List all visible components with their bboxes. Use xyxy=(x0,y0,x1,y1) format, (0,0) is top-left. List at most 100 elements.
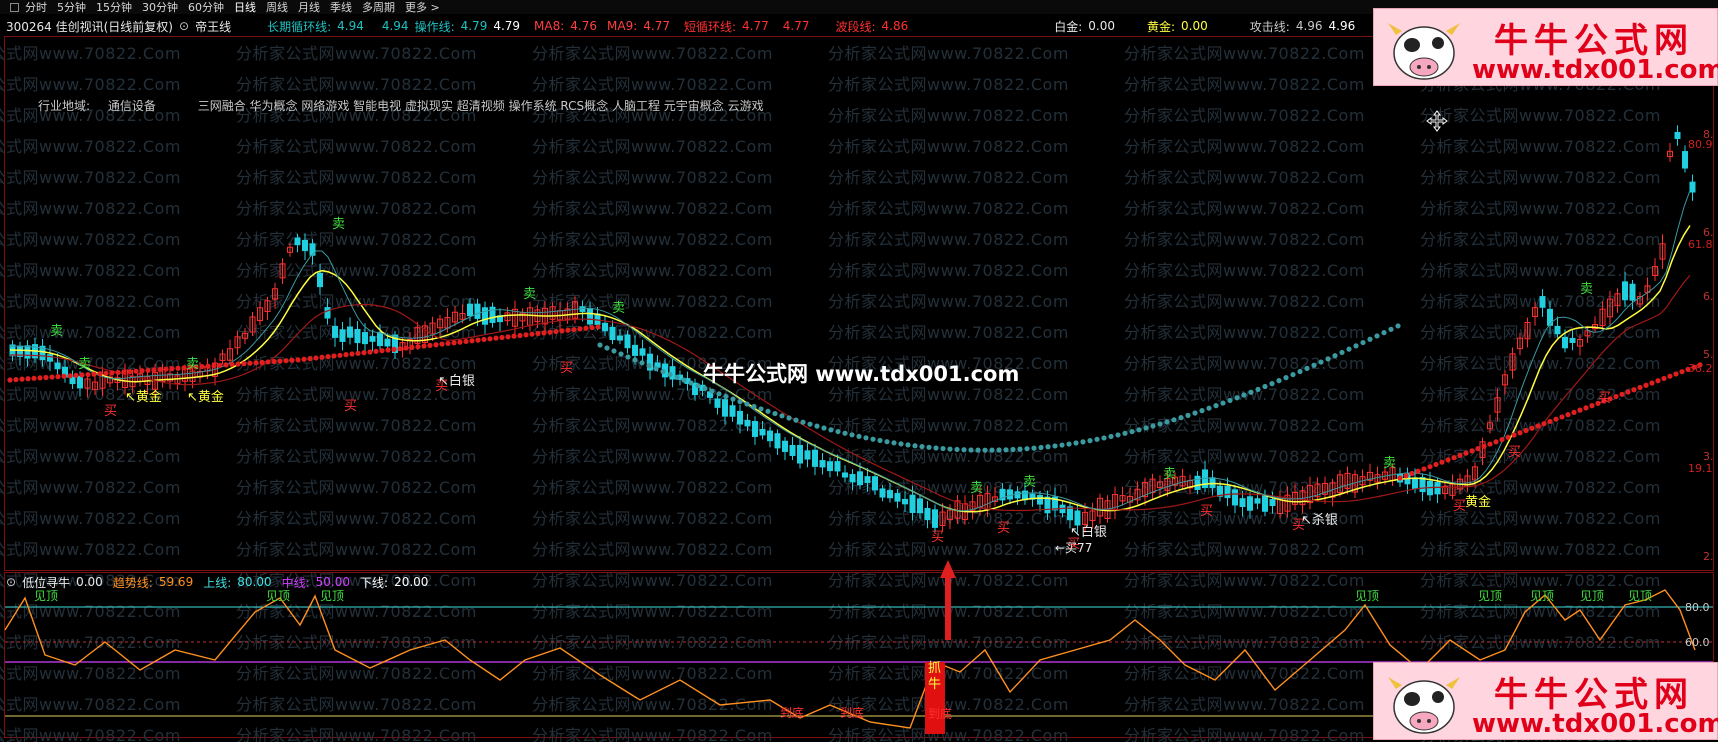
support-dot xyxy=(349,351,355,357)
candle-body xyxy=(789,444,796,456)
support-dot xyxy=(553,328,559,335)
support-dot xyxy=(1673,371,1679,377)
candle-body xyxy=(1067,506,1073,521)
candle-body xyxy=(737,410,743,425)
resistance-dot xyxy=(1115,432,1121,438)
candle-body xyxy=(1232,489,1238,506)
candle-body xyxy=(714,398,721,408)
support-dot xyxy=(415,344,421,350)
support-dot xyxy=(343,352,349,358)
signal-kill-silver: ↖杀银 xyxy=(1301,513,1338,528)
candle-body xyxy=(1224,485,1231,499)
sub-indicator-name[interactable]: 低位寻牛 xyxy=(22,574,70,591)
signal-sell: 卖 xyxy=(1023,475,1036,490)
sub-value-2: 50.00 xyxy=(315,575,351,589)
resistance-dot xyxy=(688,380,694,386)
support-dot xyxy=(79,372,85,378)
resistance-dot xyxy=(926,444,932,450)
signal-buy: 买 xyxy=(1598,391,1611,406)
candle-body xyxy=(1254,498,1261,504)
up-arrow-icon xyxy=(940,560,956,640)
resistance-dot xyxy=(1073,440,1079,446)
candle-body xyxy=(1269,499,1276,507)
resistance-dot xyxy=(1108,433,1114,440)
support-dot xyxy=(1397,475,1403,481)
candle-body xyxy=(1037,494,1043,505)
resistance-dot xyxy=(1381,330,1387,336)
resistance-dot xyxy=(723,393,729,400)
candle-body xyxy=(1629,283,1636,301)
resistance-dot xyxy=(842,430,848,436)
candle-body xyxy=(384,338,391,347)
support-dot xyxy=(1523,427,1529,434)
support-dot xyxy=(283,358,289,364)
support-dot xyxy=(337,352,343,358)
support-dot xyxy=(1625,389,1631,395)
candle-body xyxy=(797,444,803,464)
resistance-dot xyxy=(905,442,911,448)
cow-mascot-icon xyxy=(1388,677,1460,734)
support-dot xyxy=(1463,450,1469,456)
resistance-dot xyxy=(1220,400,1226,406)
support-dot xyxy=(37,375,43,381)
resistance-dot xyxy=(1157,421,1163,427)
support-dot xyxy=(307,356,313,362)
resistance-dot xyxy=(891,440,897,446)
candle-body xyxy=(744,419,751,427)
candle-body xyxy=(1239,498,1246,508)
support-dot xyxy=(1667,373,1673,379)
support-dot xyxy=(571,326,577,333)
support-dot xyxy=(115,369,121,376)
support-dot xyxy=(373,348,379,354)
signal-buy: 买 xyxy=(1200,504,1213,519)
resistance-dot xyxy=(1010,446,1016,453)
candle-body xyxy=(894,493,901,502)
sub-label-2: 中线: xyxy=(281,575,310,590)
support-dot xyxy=(127,369,133,375)
candle-body xyxy=(1547,308,1553,326)
support-dot xyxy=(1403,473,1409,479)
signal-top: 见顶 xyxy=(1628,589,1652,603)
resistance-dot xyxy=(849,432,855,438)
resistance-dot xyxy=(646,363,652,369)
sub-axis-label: 60.0 xyxy=(1685,636,1710,649)
resistance-dot xyxy=(1129,428,1135,435)
resistance-dot xyxy=(1101,435,1107,441)
support-dot xyxy=(103,370,109,376)
resistance-dot xyxy=(989,447,995,453)
support-dot xyxy=(511,333,517,339)
resistance-dot xyxy=(1325,356,1331,362)
resistance-dot xyxy=(968,447,974,453)
resistance-dot xyxy=(1241,392,1247,398)
support-dot xyxy=(1583,405,1589,411)
candle-body xyxy=(377,331,383,347)
signal-buy: 买 xyxy=(344,399,357,414)
signal-top: 见顶 xyxy=(320,589,344,603)
candle-body xyxy=(782,440,788,452)
candle-body xyxy=(887,490,893,499)
resistance-dot xyxy=(877,437,883,444)
candle-body xyxy=(77,375,83,389)
candle-body xyxy=(857,471,863,486)
resistance-dot xyxy=(814,423,820,429)
candle-body xyxy=(774,433,781,449)
resistance-dot xyxy=(737,398,743,405)
candle-body xyxy=(1569,337,1576,344)
candle-body xyxy=(324,307,331,319)
resistance-dot xyxy=(1227,397,1233,404)
support-dot xyxy=(325,354,331,360)
candle-body xyxy=(302,239,308,252)
brand-logo-top: 牛牛公式网 www.tdx001.com xyxy=(1373,8,1718,86)
support-dot xyxy=(97,371,103,377)
support-dot xyxy=(1589,403,1595,409)
signal-top: 见顶 xyxy=(1530,589,1554,603)
sub-label-0: 趋势线: xyxy=(112,575,153,590)
candle-body xyxy=(294,237,301,246)
resistance-dot xyxy=(1339,349,1345,356)
signal-silver: ↖白银 xyxy=(1070,524,1107,540)
resistance-dot xyxy=(1248,389,1254,395)
support-dot xyxy=(85,371,91,378)
resistance-dot xyxy=(1164,419,1170,425)
sub-circle-icon[interactable]: ⊙ xyxy=(6,575,16,589)
support-dot xyxy=(55,374,61,380)
